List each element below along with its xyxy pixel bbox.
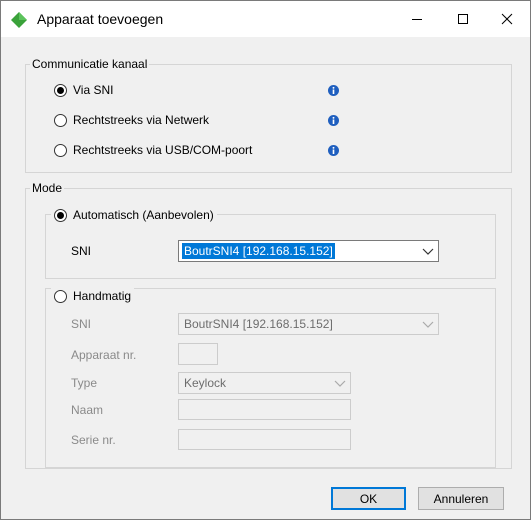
close-icon: [501, 13, 513, 25]
hand-sni-value: BoutrSNI4 [192.168.15.152]: [184, 317, 333, 331]
apparaat-nr-label: Apparaat nr.: [71, 348, 137, 362]
radio-automatisch-label: Automatisch (Aanbevolen): [73, 208, 214, 222]
radio-automatisch[interactable]: Automatisch (Aanbevolen): [51, 206, 217, 224]
auto-sni-dropdown[interactable]: BoutrSNI4 [192.168.15.152]: [178, 240, 439, 262]
chevron-down-icon: [334, 380, 346, 387]
type-label: Type: [71, 376, 98, 390]
mode-legend: Mode: [32, 181, 63, 195]
maximize-button[interactable]: [440, 1, 486, 37]
radio-button-checked[interactable]: [54, 208, 67, 222]
radio-button-checked[interactable]: [54, 83, 67, 97]
naam-label: Naam: [71, 403, 104, 417]
minimize-button[interactable]: [394, 1, 440, 37]
serie-nr-field[interactable]: [178, 429, 351, 450]
radio-rechtstreeks-netwerk[interactable]: Rechtstreeks via Netwerk: [54, 111, 209, 129]
close-button[interactable]: [484, 1, 530, 37]
window-title: Apparaat toevoegen: [37, 11, 164, 27]
radio-button[interactable]: [54, 113, 67, 127]
serie-nr-label: Serie nr.: [71, 433, 116, 447]
info-icon[interactable]: [328, 145, 339, 156]
info-icon[interactable]: [328, 85, 339, 96]
annuleren-button[interactable]: Annuleren: [418, 487, 504, 510]
auto-sni-label: SNI: [71, 244, 92, 258]
hand-sni-dropdown[interactable]: BoutrSNI4 [192.168.15.152]: [178, 313, 439, 335]
radio-rechtstreeks-usb[interactable]: Rechtstreeks via USB/COM-poort: [54, 141, 252, 159]
radio-handmatig[interactable]: Handmatig: [51, 287, 135, 305]
communicatie-kanaal-legend: Communicatie kanaal: [32, 57, 148, 71]
radio-rechtstreeks-usb-label: Rechtstreeks via USB/COM-poort: [73, 143, 253, 157]
type-value: Keylock: [184, 376, 227, 390]
radio-button[interactable]: [54, 143, 67, 157]
radio-rechtstreeks-netwerk-label: Rechtstreeks via Netwerk: [73, 113, 210, 127]
auto-sni-selected-value: BoutrSNI4 [192.168.15.152]: [182, 243, 335, 259]
type-dropdown[interactable]: Keylock: [178, 372, 351, 394]
chevron-down-icon: [422, 248, 434, 255]
title-bar[interactable]: Apparaat toevoegen: [1, 1, 530, 37]
info-icon[interactable]: [328, 115, 339, 126]
apparaat-nr-field[interactable]: [178, 343, 218, 365]
naam-field[interactable]: [178, 399, 351, 420]
maximize-icon: [458, 14, 468, 24]
hand-sni-label: SNI: [71, 317, 92, 331]
radio-via-sni[interactable]: Via SNI: [54, 81, 113, 99]
radio-handmatig-label: Handmatig: [73, 289, 132, 303]
dialog-window: Apparaat toevoegen Communicatie kanaal V…: [0, 0, 531, 520]
minimize-icon: [412, 19, 422, 20]
radio-via-sni-label: Via SNI: [73, 83, 114, 97]
radio-button[interactable]: [54, 289, 67, 303]
chevron-down-icon: [422, 321, 434, 328]
app-diamond-icon: [11, 12, 27, 28]
ok-button[interactable]: OK: [331, 487, 406, 510]
